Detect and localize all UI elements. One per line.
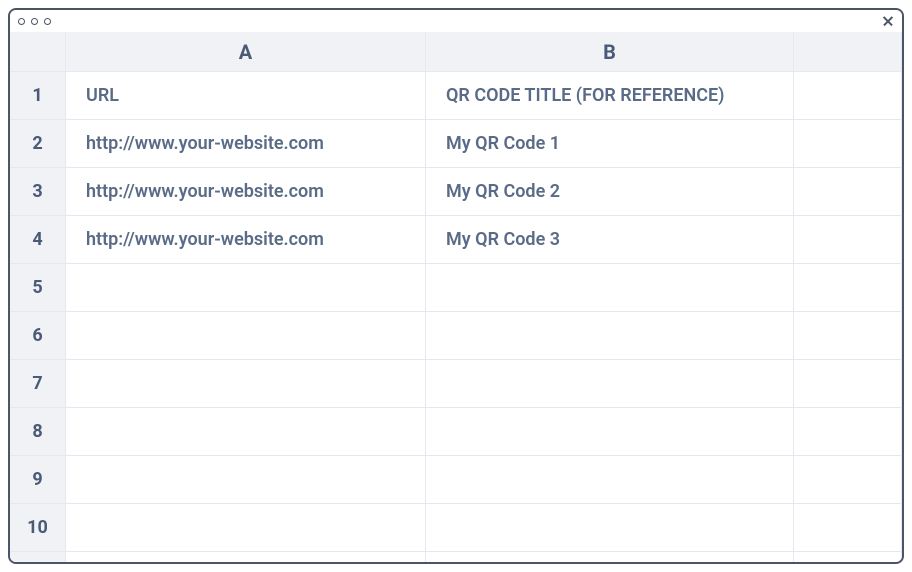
table-row: 2 http://www.your-website.com My QR Code…: [10, 120, 902, 168]
table-row: 10: [10, 504, 902, 552]
cell-c1[interactable]: [794, 72, 902, 119]
row-header[interactable]: 7: [10, 360, 66, 407]
cell-c9[interactable]: [794, 456, 902, 503]
spreadsheet-grid: A B 1 URL QR CODE TITLE (FOR REFERENCE) …: [10, 32, 902, 562]
window-controls: [18, 18, 51, 25]
cell-empty[interactable]: [426, 552, 794, 562]
cell-empty[interactable]: [794, 552, 902, 562]
row-header[interactable]: 2: [10, 120, 66, 167]
row-header[interactable]: [10, 552, 66, 562]
table-row: 8: [10, 408, 902, 456]
row-header[interactable]: 9: [10, 456, 66, 503]
row-header[interactable]: 3: [10, 168, 66, 215]
cell-a3[interactable]: http://www.your-website.com: [66, 168, 426, 215]
cell-a8[interactable]: [66, 408, 426, 455]
cell-c5[interactable]: [794, 264, 902, 311]
cell-a10[interactable]: [66, 504, 426, 551]
column-header-a[interactable]: A: [66, 32, 426, 71]
row-header[interactable]: 8: [10, 408, 66, 455]
cell-a5[interactable]: [66, 264, 426, 311]
close-icon[interactable]: [882, 16, 892, 26]
row-header[interactable]: 6: [10, 312, 66, 359]
cell-a9[interactable]: [66, 456, 426, 503]
cell-a2[interactable]: http://www.your-website.com: [66, 120, 426, 167]
cell-b8[interactable]: [426, 408, 794, 455]
cell-c2[interactable]: [794, 120, 902, 167]
cell-b2[interactable]: My QR Code 1: [426, 120, 794, 167]
cell-empty[interactable]: [66, 552, 426, 562]
spreadsheet-window: A B 1 URL QR CODE TITLE (FOR REFERENCE) …: [8, 8, 904, 564]
cell-b6[interactable]: [426, 312, 794, 359]
cell-b10[interactable]: [426, 504, 794, 551]
window-maximize-icon[interactable]: [44, 18, 51, 25]
cell-b7[interactable]: [426, 360, 794, 407]
cell-b3[interactable]: My QR Code 2: [426, 168, 794, 215]
cell-b5[interactable]: [426, 264, 794, 311]
row-header[interactable]: 5: [10, 264, 66, 311]
cell-c6[interactable]: [794, 312, 902, 359]
cell-b4[interactable]: My QR Code 3: [426, 216, 794, 263]
column-header-row: A B: [10, 32, 902, 72]
row-header[interactable]: 1: [10, 72, 66, 119]
table-row: 6: [10, 312, 902, 360]
cell-a6[interactable]: [66, 312, 426, 359]
table-row: [10, 552, 902, 562]
corner-cell[interactable]: [10, 32, 66, 71]
cell-c4[interactable]: [794, 216, 902, 263]
table-row: 9: [10, 456, 902, 504]
table-row: 5: [10, 264, 902, 312]
window-minimize-icon[interactable]: [31, 18, 38, 25]
row-header[interactable]: 4: [10, 216, 66, 263]
table-row: 7: [10, 360, 902, 408]
row-header[interactable]: 10: [10, 504, 66, 551]
table-row: 3 http://www.your-website.com My QR Code…: [10, 168, 902, 216]
cell-c8[interactable]: [794, 408, 902, 455]
cell-a4[interactable]: http://www.your-website.com: [66, 216, 426, 263]
titlebar: [10, 10, 902, 32]
column-header-c[interactable]: [794, 32, 902, 71]
cell-c10[interactable]: [794, 504, 902, 551]
window-close-icon[interactable]: [18, 18, 25, 25]
column-header-b[interactable]: B: [426, 32, 794, 71]
cell-b9[interactable]: [426, 456, 794, 503]
cell-a7[interactable]: [66, 360, 426, 407]
cell-c3[interactable]: [794, 168, 902, 215]
cell-a1[interactable]: URL: [66, 72, 426, 119]
cell-b1[interactable]: QR CODE TITLE (FOR REFERENCE): [426, 72, 794, 119]
table-row: 4 http://www.your-website.com My QR Code…: [10, 216, 902, 264]
cell-c7[interactable]: [794, 360, 902, 407]
table-row: 1 URL QR CODE TITLE (FOR REFERENCE): [10, 72, 902, 120]
